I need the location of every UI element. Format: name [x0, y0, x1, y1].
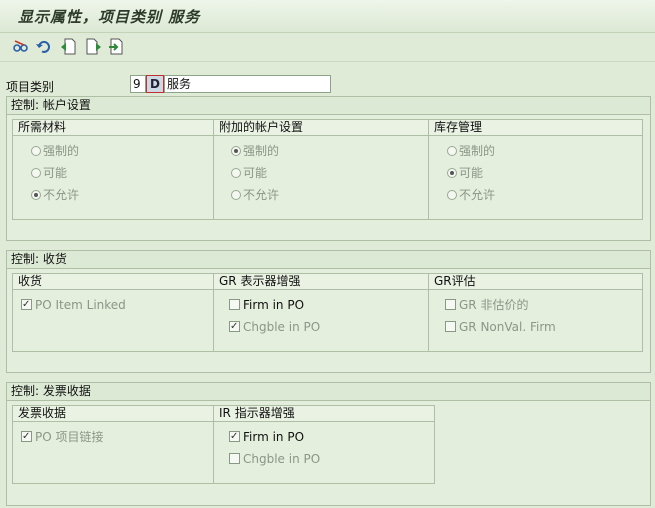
invoice-receipt-group: 发票收据 PO 项目链接	[12, 405, 214, 484]
checkbox-label: Firm in PO	[243, 430, 305, 444]
checkbox-po-item-linked[interactable]: PO Item Linked	[21, 297, 126, 313]
item-category-description-field: 服务	[164, 75, 331, 93]
gr-valuation-group: GR评估 GR 非估价的 GR NonVal. Firm	[428, 273, 643, 352]
other-entry-icon[interactable]	[108, 38, 125, 55]
checkbox-po-item-link[interactable]: PO 项目链接	[21, 429, 104, 445]
radio-mandatory[interactable]: 强制的	[447, 143, 495, 159]
item-category-code-cursor-field[interactable]: D	[146, 75, 164, 93]
section-title: 控制: 收货	[7, 251, 650, 269]
option-label: 可能	[243, 166, 268, 180]
checkbox-label: GR NonVal. Firm	[459, 320, 556, 334]
checkbox-checked-icon[interactable]	[21, 429, 32, 445]
option-label: 强制的	[43, 144, 80, 158]
checkbox-gr-nonval-firm[interactable]: GR NonVal. Firm	[445, 319, 556, 335]
group-title: IR 指示器增强	[214, 406, 434, 422]
checkbox-icon[interactable]	[229, 453, 240, 464]
materials-required-group: 所需材料 强制的 可能 不允许	[12, 119, 214, 220]
radio-not-allowed[interactable]: 不允许	[231, 187, 279, 203]
option-label: 不允许	[43, 188, 80, 202]
undo-icon[interactable]	[35, 38, 52, 55]
group-title: 发票收据	[13, 406, 213, 422]
checkbox-checked-icon[interactable]	[229, 319, 240, 335]
group-title: 库存管理	[429, 120, 642, 136]
checkbox-icon[interactable]	[445, 321, 456, 332]
item-category-code-field[interactable]: 9	[130, 75, 146, 93]
radio-possible[interactable]: 可能	[231, 165, 267, 181]
group-title: GR 表示器增强	[214, 274, 428, 290]
page-title: 显示属性，项目类别 服务	[18, 8, 201, 26]
inventory-management-group: 库存管理 强制的 可能 不允许	[428, 119, 643, 220]
previous-entry-icon[interactable]	[60, 38, 77, 55]
checkbox-gr-non-valuated[interactable]: GR 非估价的	[445, 297, 528, 313]
radio-mandatory[interactable]: 强制的	[31, 143, 79, 159]
option-label: 不允许	[243, 188, 280, 202]
group-title: GR评估	[429, 274, 642, 290]
attached-account-group: 附加的帐户设置 强制的 可能 不允许	[213, 119, 429, 220]
radio-button-icon[interactable]	[231, 190, 241, 200]
radio-button-selected-icon[interactable]	[231, 146, 241, 156]
checkbox-checked-icon[interactable]	[21, 297, 32, 313]
radio-possible[interactable]: 可能	[31, 165, 67, 181]
checkbox-firm-in-po[interactable]: Firm in PO	[229, 429, 304, 445]
radio-possible[interactable]: 可能	[447, 165, 483, 181]
checkbox-label: Firm in PO	[243, 298, 305, 312]
option-label: 强制的	[459, 144, 496, 158]
radio-button-icon[interactable]	[447, 146, 457, 156]
goods-receipt-group: 收货 PO Item Linked	[12, 273, 214, 352]
option-label: 强制的	[243, 144, 280, 158]
checkbox-chgble-in-po[interactable]: Chgble in PO	[229, 451, 320, 467]
checkbox-label: GR 非估价的	[459, 298, 529, 312]
radio-button-selected-icon[interactable]	[447, 168, 457, 178]
checkbox-icon[interactable]	[229, 299, 240, 310]
ir-indicator-group: IR 指示器增强 Firm in PO Chgble in PO	[213, 405, 435, 484]
glasses-icon[interactable]	[12, 38, 29, 55]
radio-not-allowed[interactable]: 不允许	[31, 187, 79, 203]
radio-mandatory[interactable]: 强制的	[231, 143, 279, 159]
checkbox-label: PO 项目链接	[35, 430, 104, 444]
option-label: 可能	[459, 166, 484, 180]
radio-button-icon[interactable]	[231, 168, 241, 178]
option-label: 不允许	[459, 188, 496, 202]
item-category-label: 项目类别	[6, 80, 55, 94]
checkbox-checked-icon[interactable]	[229, 429, 240, 445]
group-title: 收货	[13, 274, 213, 290]
group-title: 所需材料	[13, 120, 213, 136]
checkbox-icon[interactable]	[445, 299, 456, 310]
radio-button-icon[interactable]	[447, 190, 457, 200]
next-entry-icon[interactable]	[85, 38, 102, 55]
gr-indicator-group: GR 表示器增强 Firm in PO Chgble in PO	[213, 273, 429, 352]
checkbox-label: Chgble in PO	[243, 320, 321, 334]
section-title: 控制: 发票收据	[7, 383, 650, 401]
checkbox-firm-in-po[interactable]: Firm in PO	[229, 297, 304, 313]
radio-button-icon[interactable]	[31, 146, 41, 156]
radio-not-allowed[interactable]: 不允许	[447, 187, 495, 203]
radio-button-icon[interactable]	[31, 168, 41, 178]
group-title: 附加的帐户设置	[214, 120, 428, 136]
checkbox-chgble-in-po[interactable]: Chgble in PO	[229, 319, 320, 335]
checkbox-label: PO Item Linked	[35, 298, 126, 312]
radio-button-selected-icon[interactable]	[31, 190, 41, 200]
section-title: 控制: 帐户设置	[7, 97, 650, 115]
option-label: 可能	[43, 166, 68, 180]
checkbox-label: Chgble in PO	[243, 452, 321, 466]
